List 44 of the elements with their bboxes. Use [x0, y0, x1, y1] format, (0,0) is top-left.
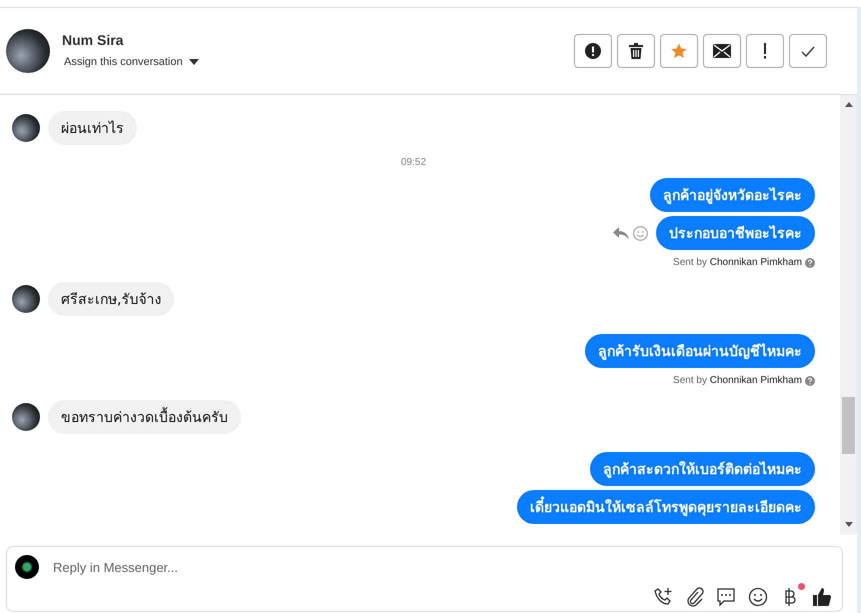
contact-name: Num Sira [62, 32, 124, 48]
reply-icon[interactable] [613, 226, 629, 240]
incoming-message: ผ่อนเท่าไร [48, 111, 137, 145]
envelope-icon [713, 44, 731, 58]
scroll-down-icon[interactable] [844, 522, 852, 527]
sent-by-label: Sent by Chonnikan Pimkham [673, 257, 802, 268]
thumbs-up-icon[interactable] [812, 587, 832, 607]
check-button[interactable] [789, 34, 827, 68]
scroll-up-icon[interactable] [844, 102, 852, 107]
sender-avatar [12, 403, 40, 431]
alert-icon [585, 43, 601, 59]
exclamation-icon [763, 43, 767, 59]
check-icon [801, 46, 815, 56]
emoji-icon[interactable] [748, 587, 768, 607]
outgoing-message: ลูกค้ารับเงินเดือนผ่านบัญชีไหมคะ [585, 334, 815, 368]
star-button[interactable] [660, 34, 698, 68]
exclaim-button[interactable] [746, 34, 784, 68]
trash-button[interactable] [617, 34, 655, 68]
phone-plus-icon[interactable] [654, 587, 674, 607]
scrollbar[interactable] [840, 95, 857, 535]
outgoing-message: ประกอบอาชีพอะไรคะ [656, 216, 815, 250]
scrollbar-thumb[interactable] [842, 397, 855, 454]
sender-avatar [12, 114, 40, 142]
assign-dropdown[interactable]: Assign this conversation [62, 56, 201, 68]
caret-icon [188, 59, 199, 65]
paperclip-icon[interactable] [686, 587, 704, 607]
page-avatar [15, 555, 39, 579]
help-icon[interactable] [805, 258, 815, 268]
incoming-message: ศรีสะเกษ,รับจ้าง [48, 282, 174, 316]
mail-button[interactable] [703, 34, 741, 68]
outgoing-message: ลูกค้าสะดวกให้เบอร์ติดต่อไหมคะ [590, 452, 815, 486]
sent-by-label: Sent by Chonnikan Pimkham [673, 375, 802, 386]
outgoing-message: เดี๋ยวแอดมินให้เซลล์โทรพูดคุยรายละเอียดคะ [517, 490, 815, 524]
sender-avatar [12, 285, 40, 313]
help-icon[interactable] [805, 376, 815, 386]
contact-avatar [6, 29, 50, 73]
notification-dot [798, 583, 805, 590]
speech-bubble-icon[interactable] [716, 587, 736, 607]
incoming-message: ขอทราบค่างวดเบื้องต้นครับ [48, 400, 241, 434]
message-timestamp: 09:52 [400, 157, 428, 168]
outgoing-message: ลูกค้าอยู่จังหวัดอะไรคะ [650, 178, 815, 212]
trash-icon [629, 43, 643, 59]
alert-button[interactable] [574, 34, 612, 68]
star-icon [671, 43, 687, 59]
